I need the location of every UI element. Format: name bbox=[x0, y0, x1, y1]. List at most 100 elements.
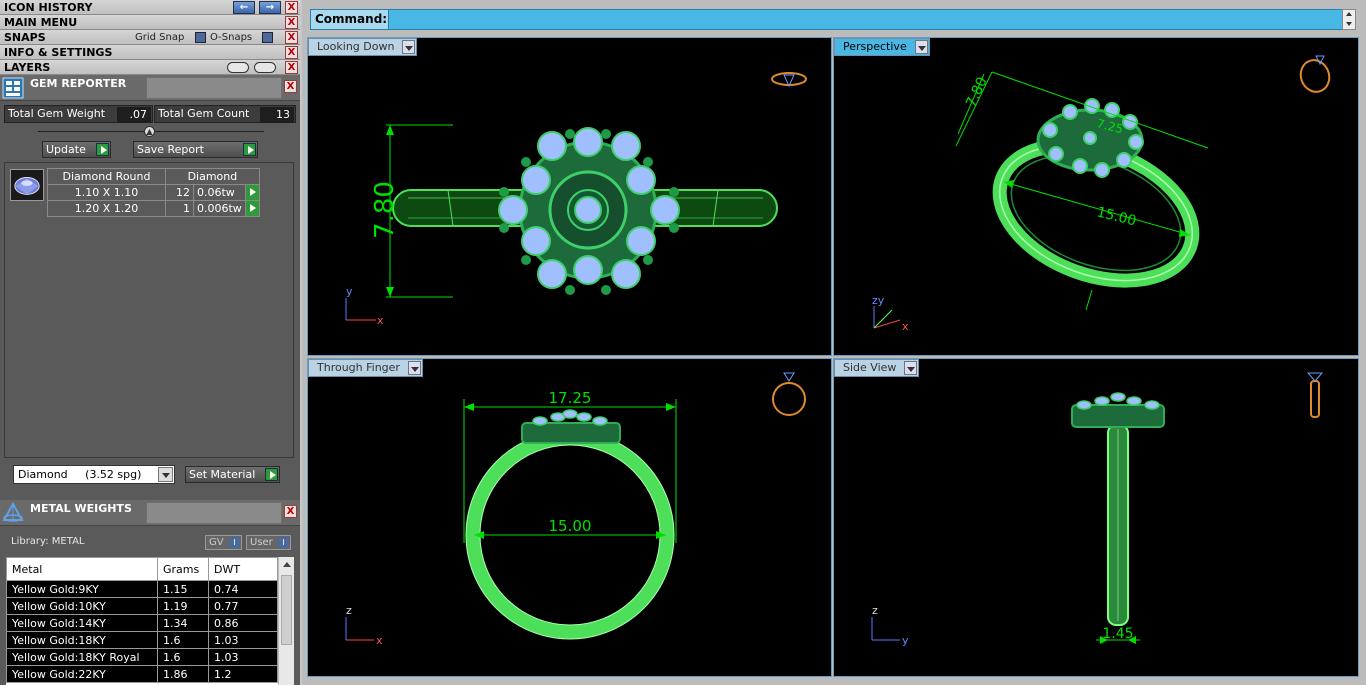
command-line[interactable]: Command: bbox=[310, 9, 1350, 30]
table-row[interactable]: Yellow Gold:18KY 1.6 1.03 bbox=[6, 631, 278, 649]
metal-weights-title: METAL WEIGHTS bbox=[30, 502, 132, 515]
perspective-dim-b: 15.00 bbox=[1095, 204, 1138, 229]
metal-weights-table: Metal Grams DWT Yellow Gold:9KY 1.15 0.74 … bbox=[6, 557, 294, 685]
viewport-side-view[interactable]: 1.45 z y Side View bbox=[833, 358, 1359, 677]
scroll-down-icon[interactable] bbox=[1346, 22, 1352, 26]
main-menu[interactable]: MAIN MENU X bbox=[0, 15, 300, 30]
info-settings-menu[interactable]: INFO & SETTINGS X bbox=[0, 45, 300, 60]
grid-snap-toggle[interactable] bbox=[195, 32, 206, 43]
metal-dwt: 1.03 bbox=[208, 648, 278, 666]
gem-row[interactable]: 1.10 X 1.10 12 0.06tw bbox=[47, 184, 260, 201]
diamond-header: Diamond bbox=[165, 168, 260, 185]
scroll-thumb[interactable] bbox=[281, 575, 292, 645]
collapse-toggle-icon[interactable]: ▲ bbox=[144, 126, 155, 137]
gv-toggle[interactable]: GV I bbox=[205, 535, 242, 550]
gem-weight: 0.006tw bbox=[193, 200, 246, 217]
metal-table-scrollbar[interactable] bbox=[278, 557, 294, 685]
main-menu-label: MAIN MENU bbox=[4, 16, 78, 29]
close-icon[interactable]: X bbox=[285, 46, 298, 59]
close-icon[interactable]: X bbox=[284, 505, 297, 518]
command-label: Command: bbox=[311, 10, 389, 29]
viewport-name: Side View bbox=[843, 361, 897, 374]
gem-weight: 0.06tw bbox=[193, 184, 246, 201]
axis-v-label: z bbox=[872, 604, 878, 617]
close-icon[interactable]: X bbox=[285, 16, 298, 29]
viewport-looking-down[interactable]: 7.80 y x Looking Down bbox=[307, 37, 832, 356]
metal-weights-icon bbox=[2, 502, 24, 522]
table-row[interactable]: Yellow Gold:22KY 1.86 1.2 bbox=[6, 665, 278, 683]
total-gem-weight-value: .07 bbox=[117, 107, 151, 123]
table-row[interactable]: Yellow Gold:14KY 1.34 0.86 bbox=[6, 614, 278, 632]
close-icon[interactable]: X bbox=[285, 61, 298, 74]
layers-menu[interactable]: LAYERS X bbox=[0, 60, 300, 75]
table-row[interactable]: Yellow Gold:9KY 1.15 0.74 bbox=[6, 580, 278, 598]
gem-reporter-icon bbox=[2, 77, 24, 99]
gv-label: GV bbox=[209, 537, 224, 548]
close-icon[interactable]: X bbox=[285, 31, 298, 44]
icon-history-label: ICON HISTORY bbox=[4, 1, 93, 14]
viewport-perspective[interactable]: 15.00 7.25 7.80 zy x Perspective bbox=[833, 37, 1359, 356]
update-button[interactable]: Update bbox=[42, 141, 111, 158]
eye-icon[interactable] bbox=[254, 62, 276, 73]
select-gem-arrow-icon[interactable] bbox=[244, 184, 260, 201]
close-icon[interactable]: X bbox=[285, 1, 298, 14]
side-dimension: 1.45 bbox=[1102, 626, 1133, 642]
play-icon bbox=[243, 143, 256, 156]
total-gem-count-label: Total Gem Count bbox=[158, 107, 250, 120]
back-arrow-icon[interactable]: ← bbox=[233, 1, 255, 14]
looking-down-render: 7.80 y x bbox=[345, 72, 807, 327]
gem-count: 1 bbox=[165, 200, 194, 217]
material-select[interactable]: Diamond (3.52 spg) bbox=[13, 465, 175, 484]
gem-reporter-header: GEM REPORTER X bbox=[0, 75, 300, 101]
header-tab-fill bbox=[146, 77, 282, 99]
snaps-menu[interactable]: SNAPS Grid Snap O-Snaps X bbox=[0, 30, 300, 45]
perspective-dim-a: 7.80 bbox=[963, 75, 991, 110]
metal-name: Yellow Gold:18KY Royal bbox=[6, 648, 158, 666]
viewport-through-finger[interactable]: 17.25 15.00 z x Through Finger bbox=[307, 358, 832, 677]
icon-history-menu[interactable]: ICON HISTORY ← → X bbox=[0, 0, 300, 15]
close-icon[interactable]: X bbox=[284, 80, 297, 93]
library-label: Library: METAL bbox=[11, 536, 85, 547]
set-material-button[interactable]: Set Material bbox=[185, 466, 280, 483]
viewport-tab[interactable]: Side View bbox=[834, 359, 920, 377]
metal-grams: 1.34 bbox=[157, 614, 209, 632]
command-scroll[interactable] bbox=[1342, 9, 1356, 30]
table-row[interactable]: Yellow Gold:10KY 1.19 0.77 bbox=[6, 597, 278, 615]
gem-count: 12 bbox=[165, 184, 194, 201]
total-gem-count: Total Gem Count 13 bbox=[154, 105, 296, 123]
view-cube-icon[interactable] bbox=[1296, 55, 1333, 96]
view-cube-icon[interactable] bbox=[771, 72, 807, 88]
chevron-down-icon[interactable] bbox=[158, 467, 173, 482]
metal-header: Metal bbox=[6, 557, 158, 581]
save-report-label: Save Report bbox=[137, 143, 204, 156]
metal-name: Yellow Gold:18KY bbox=[6, 631, 158, 649]
chevron-down-icon[interactable] bbox=[904, 361, 918, 375]
select-gem-arrow-icon[interactable] bbox=[244, 200, 260, 217]
viewport-tab[interactable]: Through Finger bbox=[308, 359, 423, 377]
viewport-name: Through Finger bbox=[317, 361, 400, 374]
scroll-up-icon[interactable] bbox=[1346, 12, 1352, 16]
table-row[interactable]: Yellow Gold:18KY Royal 1.6 1.03 bbox=[6, 648, 278, 666]
metal-grams: 1.6 bbox=[157, 648, 209, 666]
axis-h-label: x bbox=[376, 634, 383, 647]
scroll-up-icon[interactable] bbox=[283, 562, 291, 567]
metal-grams: 1.19 bbox=[157, 597, 209, 615]
layer-visibility-icon[interactable] bbox=[227, 62, 249, 73]
chevron-down-icon[interactable] bbox=[914, 40, 928, 54]
user-toggle[interactable]: User I bbox=[246, 535, 291, 550]
forward-arrow-icon[interactable]: → bbox=[259, 1, 281, 14]
view-cube-icon[interactable] bbox=[1306, 372, 1324, 418]
chevron-down-icon[interactable] bbox=[402, 40, 416, 54]
metal-dwt: 0.74 bbox=[208, 580, 278, 598]
viewport-tab[interactable]: Looking Down bbox=[308, 38, 418, 56]
dimension-label: 7.80 bbox=[370, 181, 400, 239]
metal-dwt: 1.03 bbox=[208, 631, 278, 649]
round-diamond-icon bbox=[10, 169, 44, 201]
o-snaps-toggle[interactable] bbox=[262, 32, 273, 43]
gem-row[interactable]: 1.20 X 1.20 1 0.006tw bbox=[47, 200, 260, 217]
viewport-tab[interactable]: Perspective bbox=[834, 38, 930, 56]
view-cube-icon[interactable] bbox=[772, 372, 806, 416]
chevron-down-icon[interactable] bbox=[407, 361, 421, 375]
info-settings-label: INFO & SETTINGS bbox=[4, 46, 113, 59]
save-report-button[interactable]: Save Report bbox=[133, 141, 258, 158]
